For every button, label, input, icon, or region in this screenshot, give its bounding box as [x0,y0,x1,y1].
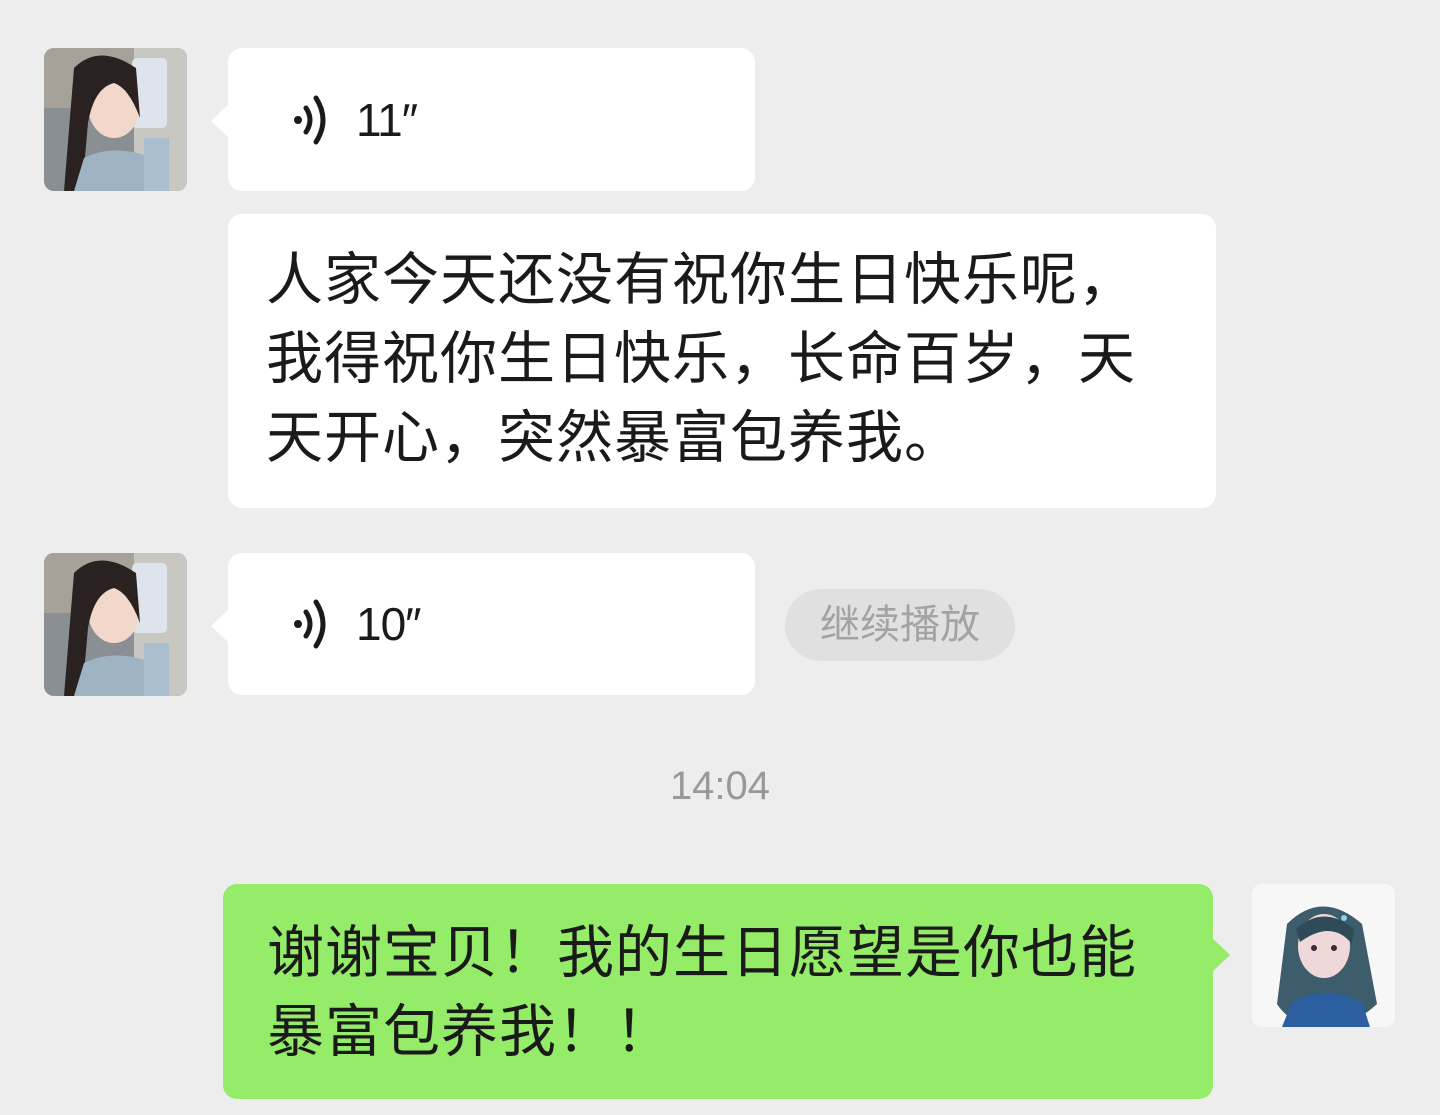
message-text: 谢谢宝贝！我的生日愿望是你也能 暴富包养我！！ [267,920,1137,1065]
text-message-bubble[interactable]: 人家今天还没有祝你生日快乐呢， 我得祝你生日快乐，长命百岁，天 天开心，突然暴富… [228,214,1216,508]
continue-play-button[interactable]: 继续播放 [785,589,1015,661]
my-avatar[interactable] [1252,884,1395,1027]
contact-avatar-image [44,553,187,696]
contact-avatar[interactable] [44,48,187,191]
contact-avatar[interactable] [44,553,187,696]
voice-wave-icon [294,95,326,144]
voice-message-bubble[interactable]: 11″ [211,48,755,191]
message-text: 人家今天还没有祝你生日快乐呢， 我得祝你生日快乐，长命百岁，天 天开心，突然暴富… [266,247,1136,471]
voice-duration: 11″ [356,93,418,146]
sent-text-message-bubble[interactable]: 谢谢宝贝！我的生日愿望是你也能 暴富包养我！！ [223,884,1230,1099]
contact-avatar-image [44,48,187,191]
voice-duration: 10″ [356,598,421,650]
my-avatar-image [1252,884,1395,1027]
chat-timestamp: 14:04 [669,764,771,808]
voice-wave-icon [294,599,326,649]
voice-message-bubble[interactable]: 10″ [211,553,755,695]
